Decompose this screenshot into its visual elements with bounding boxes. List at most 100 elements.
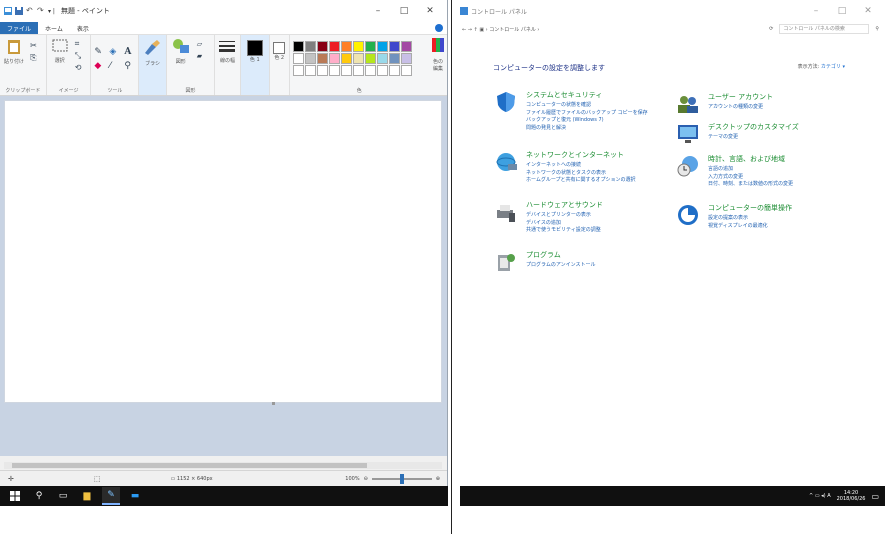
category-link[interactable]: プログラムのアンインストール — [526, 262, 596, 270]
outline-icon[interactable]: ▱ — [197, 38, 202, 50]
color1-button[interactable]: 色 1 — [240, 35, 270, 95]
category-link[interactable]: アカウントの種類の変更 — [708, 104, 773, 112]
color-swatch[interactable] — [388, 41, 400, 52]
category-link[interactable]: ファイル履歴でファイルのバックアップ コピーを保存 — [526, 110, 648, 118]
copy-icon[interactable]: ⎘ — [30, 52, 37, 64]
category-title[interactable]: システムとセキュリティ — [526, 90, 648, 100]
drawing-canvas[interactable] — [4, 100, 442, 403]
category-link[interactable]: ホームグループと共有に関するオプションの選択 — [526, 177, 636, 185]
color-swatch[interactable] — [376, 53, 388, 64]
shapes-button[interactable]: 図形 — [170, 38, 192, 65]
category-link[interactable]: 問題の発見と解決 — [526, 125, 648, 133]
scrollbar-thumb[interactable] — [12, 463, 367, 468]
maximize-button[interactable]: □ — [391, 6, 417, 16]
color-swatch[interactable] — [316, 53, 328, 64]
brush-button[interactable]: ブラシ — [139, 35, 167, 95]
category-link[interactable]: 日付、時刻、または数値の形式の変更 — [708, 181, 793, 189]
color-swatch[interactable] — [388, 53, 400, 64]
category-link[interactable]: ネットワークの状態とタスクの表示 — [526, 170, 636, 178]
edit-colors-button[interactable]: 色の編集 — [429, 35, 447, 95]
minimize-button[interactable]: – — [365, 6, 391, 16]
rotate-icon[interactable]: ⟲ — [75, 62, 82, 74]
color-swatch[interactable] — [304, 41, 316, 52]
color-swatch[interactable] — [352, 41, 364, 52]
search-icon[interactable]: ⚲ — [30, 487, 48, 505]
color-picker-icon[interactable]: ⁄ — [109, 60, 122, 72]
zoom-in-button[interactable]: ⊕ — [436, 476, 440, 482]
color-swatch[interactable] — [400, 65, 412, 76]
breadcrumb[interactable]: ← → ↑ ▣ › コントロール パネル › — [462, 26, 763, 33]
help-icon[interactable] — [435, 24, 443, 32]
color-swatch[interactable] — [376, 41, 388, 52]
color-swatch[interactable] — [340, 65, 352, 76]
paint-taskbar-icon[interactable]: ✎ — [102, 487, 120, 505]
mail-icon[interactable]: ▬ — [126, 487, 144, 505]
category-title[interactable]: ネットワークとインターネット — [526, 150, 636, 160]
resize-icon[interactable]: ⤡ — [75, 50, 82, 62]
line-width-button[interactable]: 線の幅 — [215, 35, 241, 95]
category-link[interactable]: バックアップと復元 (Windows 7) — [526, 117, 648, 125]
category-title[interactable]: コンピューターの簡単操作 — [708, 203, 792, 213]
category-title[interactable]: ハードウェアとサウンド — [526, 200, 603, 210]
color-swatch[interactable] — [400, 41, 412, 52]
color-swatch[interactable] — [340, 41, 352, 52]
zoom-slider-knob[interactable] — [399, 473, 404, 484]
category-link[interactable]: インターネットへの接続 — [526, 162, 636, 170]
cp-close-button[interactable]: ✕ — [855, 6, 881, 16]
save-icon[interactable] — [15, 7, 23, 15]
windows-start-icon[interactable] — [6, 487, 24, 505]
category-link[interactable]: 共通で使うモビリティ設定の調整 — [526, 227, 603, 235]
redo-icon[interactable]: ↷ — [37, 7, 45, 15]
category-link[interactable]: 入力方式の変更 — [708, 174, 793, 182]
color-swatch[interactable] — [316, 41, 328, 52]
color-swatch[interactable] — [388, 65, 400, 76]
category-link[interactable]: デバイスの追加 — [526, 220, 603, 228]
taskbar-clock[interactable]: 14:20 2018/06/26 — [837, 490, 866, 502]
cp-maximize-button[interactable]: □ — [829, 6, 855, 16]
color2-button[interactable]: 色 2 — [270, 35, 290, 95]
category-title[interactable]: 時計、言語、および地域 — [708, 154, 793, 164]
undo-icon[interactable]: ↶ — [26, 7, 34, 15]
tab-view[interactable]: 表示 — [70, 22, 96, 34]
cut-icon[interactable]: ✂ — [30, 40, 37, 52]
view-by-dropdown[interactable]: カテゴリ ▾ — [821, 64, 845, 70]
color-swatch[interactable] — [328, 65, 340, 76]
crop-icon[interactable]: ⌗ — [75, 38, 82, 50]
color-swatch[interactable] — [400, 53, 412, 64]
cp-minimize-button[interactable]: – — [803, 6, 829, 16]
color-swatch[interactable] — [292, 65, 304, 76]
color-swatch[interactable] — [352, 65, 364, 76]
category-link[interactable]: 視覚ディスプレイの最適化 — [708, 223, 792, 231]
close-button[interactable]: ✕ — [417, 6, 443, 16]
color-swatch[interactable] — [316, 65, 328, 76]
color-swatch[interactable] — [340, 53, 352, 64]
color-swatch[interactable] — [292, 41, 304, 52]
eraser-icon[interactable]: ◆ — [94, 60, 107, 72]
quick-access-dropdown-icon[interactable]: ▾ | — [48, 8, 55, 15]
task-view-icon[interactable]: ▭ — [54, 487, 72, 505]
zoom-out-button[interactable]: ⊖ — [364, 476, 368, 482]
text-icon[interactable]: A — [124, 46, 137, 58]
category-title[interactable]: デスクトップのカスタマイズ — [708, 122, 799, 132]
system-tray[interactable]: ^ ▭ ◂) A — [809, 493, 831, 499]
category-link[interactable]: 設定の提案の表示 — [708, 215, 792, 223]
fill-icon[interactable]: ◈ — [109, 46, 122, 58]
color-swatch[interactable] — [364, 65, 376, 76]
explorer-icon[interactable]: ▆ — [78, 487, 96, 505]
category-link[interactable]: デバイスとプリンターの表示 — [526, 212, 603, 220]
zoom-slider[interactable] — [371, 473, 432, 484]
tab-home[interactable]: ホーム — [38, 22, 70, 34]
select-button[interactable]: 選択 — [50, 38, 70, 64]
category-link[interactable]: テーマの変更 — [708, 134, 799, 142]
fill-shape-icon[interactable]: ▰ — [197, 50, 202, 62]
refresh-icon[interactable]: ⟳ — [769, 26, 773, 32]
color-swatch[interactable] — [364, 53, 376, 64]
color-swatch[interactable] — [364, 41, 376, 52]
category-title[interactable]: ユーザー アカウント — [708, 92, 773, 102]
color-swatch[interactable] — [376, 65, 388, 76]
magnifier-icon[interactable]: ⚲ — [124, 60, 137, 72]
category-link[interactable]: 言語の追加 — [708, 166, 793, 174]
color-swatch[interactable] — [304, 65, 316, 76]
paste-button[interactable]: 貼り付け — [3, 38, 25, 65]
canvas-resize-handle[interactable] — [272, 402, 275, 405]
